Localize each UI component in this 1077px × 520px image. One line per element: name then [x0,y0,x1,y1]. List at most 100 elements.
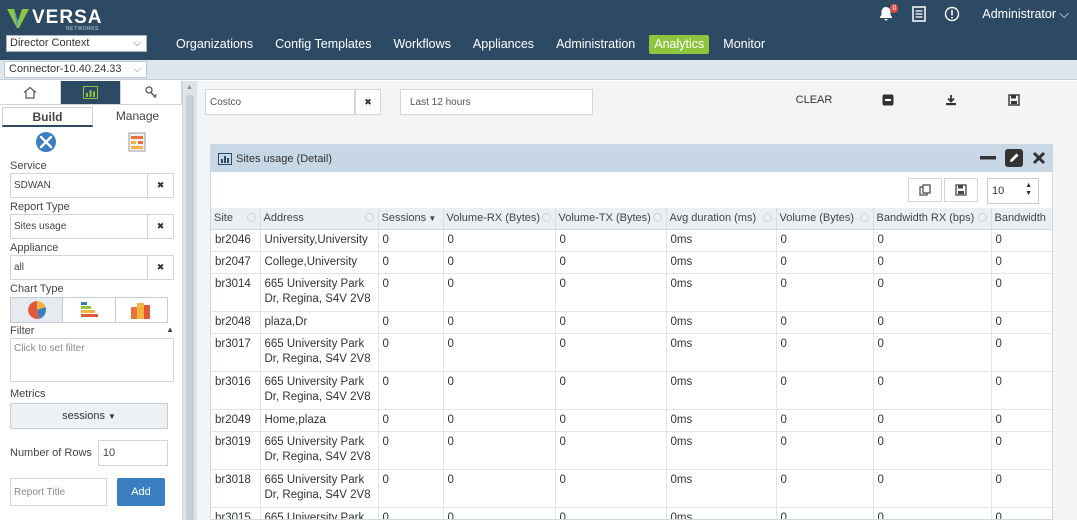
column-header[interactable]: Address [260,208,379,230]
tasks-list-icon[interactable] [912,5,927,23]
scrollbar-thumb[interactable] [186,95,194,520]
table-row[interactable]: br2049 Home,plaza 0 0 0 0ms 0 0 0 [211,409,1052,432]
edit-icon[interactable] [1005,149,1023,167]
table-cell: 665 University Park Dr, Regina, S4V 2V8 [260,273,379,312]
table-cell: 0 [776,229,874,252]
add-report-button[interactable]: Add [117,478,165,506]
column-header[interactable]: Volume-TX (Bytes) [555,208,667,230]
report-type-value: Sites usage [14,221,67,232]
widget-controls [971,149,1046,167]
bar-chart-icon [83,86,98,99]
tab-search[interactable] [121,81,183,105]
tab-home[interactable] [0,81,61,105]
number-of-rows-input[interactable]: 10 [97,440,168,466]
chart-type-column-button[interactable] [116,298,167,322]
appliance-select[interactable]: all ✖ [10,255,174,280]
table-row[interactable]: br3017 665 University Park Dr, Regina, S4… [211,333,1052,372]
table-row[interactable]: br3016 665 University Park Dr, Regina, S4… [211,371,1052,410]
alerts-bell-icon[interactable]: 0 [878,4,899,23]
service-select[interactable]: SDWAN ✖ [10,173,174,198]
versa-logo[interactable]: VERSA NETWORKS [6,6,116,32]
column-header[interactable]: Bandwidth RX (bps) [873,208,992,230]
table-cell: 0 [378,431,444,470]
copy-button[interactable] [908,178,942,202]
column-header[interactable]: Volume-RX (Bytes) [443,208,556,230]
chevron-up-icon[interactable]: ▲ [166,325,174,337]
organization-clear-icon[interactable]: ✖ [355,89,381,115]
table-cell: 0 [991,409,1052,432]
table-row[interactable]: br3015 665 University Park 0 0 0 0ms 0 0 0 [211,507,1052,519]
nav-config-templates[interactable]: Config Templates [267,34,379,54]
table-cell: 0 [378,273,444,312]
table-cell: br2047 [211,251,261,274]
minimize-all-icon[interactable] [878,91,898,109]
column-header[interactable]: Avg duration (ms) [666,208,777,230]
report-type-clear-icon[interactable]: ✖ [147,215,173,238]
table-cell: 0 [991,371,1052,410]
table-row[interactable]: br2047 College,University 0 0 0 0ms 0 0 0 [211,251,1052,274]
time-range-select[interactable]: Last 12 hours [400,89,593,115]
tab-manage[interactable]: Manage [93,107,182,127]
stepper-arrows-icon[interactable]: ▲ ▼ [1025,182,1032,198]
tab-analytics[interactable] [60,81,122,105]
column-header-label: Volume-RX (Bytes) [446,212,541,225]
table-cell: br3018 [211,469,261,508]
table-cell: 0ms [666,507,777,519]
director-context-select[interactable]: Director Context ⌵ [6,35,147,52]
table-cell: Home,plaza [260,409,379,432]
info-icon[interactable] [944,5,960,23]
column-header[interactable]: Bandwidth [991,208,1052,230]
copy-icon [919,184,931,196]
panel-splitter[interactable]: ▲ [183,81,197,520]
filter-input[interactable]: Click to set filter [10,338,174,382]
save-layout-icon[interactable] [1004,91,1024,109]
nav-administration[interactable]: Administration [548,34,643,54]
table-row[interactable]: br3019 665 University Park Dr, Regina, S4… [211,431,1052,470]
table-row[interactable]: br3014 665 University Park Dr, Regina, S4… [211,273,1052,312]
nav-appliances[interactable]: Appliances [465,34,542,54]
nav-organizations[interactable]: Organizations [168,34,261,54]
table-row[interactable]: br2048 plaza,Dr 0 0 0 0ms 0 0 0 [211,311,1052,334]
sort-icon [364,213,374,222]
service-clear-icon[interactable]: ✖ [147,174,173,197]
minimize-icon[interactable] [980,149,996,167]
rows-per-page-value: 10 [992,185,1005,197]
scroll-up-icon[interactable]: ▲ [186,84,193,91]
column-header[interactable]: Sessions ▼ [378,208,444,230]
user-menu[interactable]: Administrator ⌵ [982,7,1069,22]
appliance-clear-icon[interactable]: ✖ [147,256,173,279]
rows-per-page-stepper[interactable]: 10 ▲ ▼ [987,178,1039,204]
report-title-input[interactable]: Report Title [10,478,107,506]
report-builder-panel: Build Manage Service SDWAN ✖ Report Type… [0,81,183,520]
table-row[interactable]: br3018 665 University Park Dr, Regina, S4… [211,469,1052,508]
column-header[interactable]: Volume (Bytes) [776,208,874,230]
clear-button[interactable]: CLEAR [789,89,839,111]
table-cell: plaza,Dr [260,311,379,334]
chart-type-pie-button[interactable] [11,298,64,322]
report-type-select[interactable]: Sites usage ✖ [10,214,174,239]
column-header[interactable]: Site [211,208,261,230]
nav-monitor[interactable]: Monitor [715,34,773,54]
chevron-down-icon: ⌵ [1059,6,1069,21]
save-widget-button[interactable] [944,178,978,202]
tab-build[interactable]: Build [2,107,93,127]
nav-analytics[interactable]: Analytics [649,35,710,54]
organization-select[interactable]: Costco [205,89,355,115]
table-cell: 665 University Park Dr, Regina, S4V 2V8 [260,371,379,410]
nav-workflows[interactable]: Workflows [385,34,458,54]
chart-type-bar-button[interactable] [63,298,116,322]
close-icon[interactable] [1032,149,1046,167]
manage-reports-icon[interactable] [91,127,182,157]
build-tools-icon[interactable] [0,127,91,157]
table-cell: 0 [873,229,992,252]
table-cell: 0 [555,229,667,252]
table-cell: 0ms [666,409,777,432]
table-row[interactable]: br2046 University,University 0 0 0 0ms 0 0 0 [211,229,1052,252]
table-cell: br3019 [211,431,261,470]
download-icon[interactable] [941,91,961,109]
column-header-label: Site [214,212,233,225]
connector-select[interactable]: Connector-10.40.24.33 ⌵ [4,61,147,78]
metrics-dropdown-button[interactable]: sessions ▼ [10,403,168,429]
table-cell: 0 [378,469,444,508]
table-cell: 0 [776,311,874,334]
